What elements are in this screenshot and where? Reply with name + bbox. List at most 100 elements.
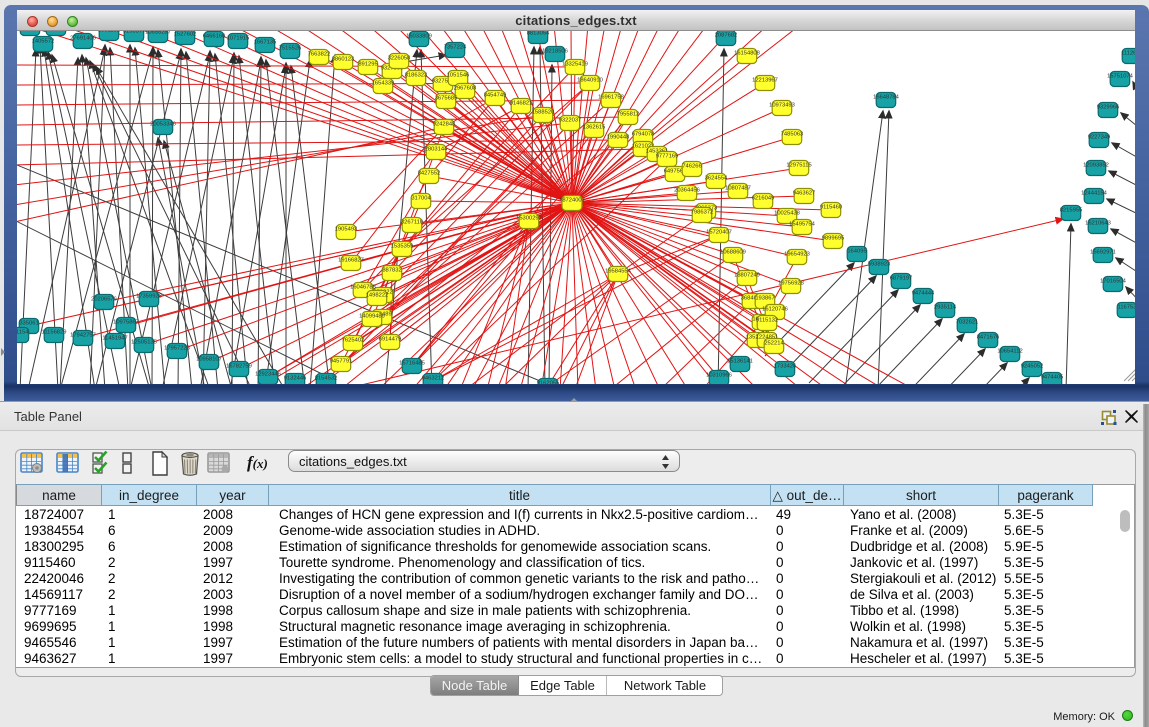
svg-text:1905493: 1905493 — [335, 227, 358, 233]
svg-text:1535359: 1535359 — [391, 244, 414, 250]
svg-text:1527602: 1527602 — [174, 32, 197, 38]
svg-text:9457791: 9457791 — [330, 359, 353, 365]
svg-text:887832: 887832 — [382, 268, 401, 274]
svg-text:17016504: 17016504 — [1100, 279, 1127, 285]
svg-text:17942757: 17942757 — [70, 333, 96, 339]
svg-text:746266: 746266 — [682, 164, 701, 170]
svg-text:1654339: 1654339 — [372, 81, 395, 87]
svg-text:15692971: 15692971 — [1090, 250, 1116, 256]
svg-text:11156829: 11156829 — [42, 330, 67, 336]
svg-text:9132446: 9132446 — [284, 376, 307, 382]
svg-text:27691406: 27691406 — [70, 36, 96, 42]
svg-text:12444154: 12444154 — [1081, 191, 1108, 197]
svg-text:2967608: 2967608 — [454, 86, 477, 92]
svg-text:20364456: 20364456 — [674, 188, 700, 194]
svg-text:1061152: 1061152 — [98, 31, 120, 34]
svg-text:1112633: 1112633 — [1121, 51, 1135, 57]
svg-text:1405572: 1405572 — [32, 39, 55, 45]
svg-text:7357224: 7357224 — [444, 45, 467, 51]
svg-text:10025438: 10025438 — [774, 211, 800, 217]
svg-text:891295: 891295 — [358, 62, 377, 68]
svg-text:164095: 164095 — [847, 249, 866, 255]
svg-text:15300293: 15300293 — [516, 216, 542, 222]
svg-text:9899695: 9899695 — [822, 236, 845, 242]
svg-text:2803144: 2803144 — [425, 147, 448, 153]
svg-text:8186323: 8186323 — [405, 73, 428, 79]
svg-text:1733426: 1733426 — [774, 364, 797, 370]
svg-text:16961758: 16961758 — [598, 95, 624, 101]
svg-text:8813054: 8813054 — [527, 31, 550, 37]
svg-text:6794078: 6794078 — [632, 132, 655, 138]
svg-text:7625402: 7625402 — [342, 338, 365, 344]
svg-text:9227349: 9227349 — [1088, 135, 1111, 141]
svg-text:9322037: 9322037 — [559, 118, 582, 124]
svg-text:116753: 116753 — [1118, 305, 1135, 311]
svg-text:9777169: 9777169 — [656, 154, 679, 160]
svg-text:9190377: 9190377 — [123, 31, 146, 35]
svg-text:9115132: 9115132 — [756, 318, 778, 324]
svg-text:8471676: 8471676 — [977, 335, 1000, 341]
svg-text:6466160: 6466160 — [203, 34, 226, 40]
svg-text:16210643: 16210643 — [1085, 221, 1111, 227]
svg-text:8154532: 8154532 — [315, 376, 338, 382]
svg-text:7032621: 7032621 — [956, 320, 979, 326]
svg-text:2935114: 2935114 — [934, 305, 957, 311]
svg-text:1071915: 1071915 — [227, 36, 250, 42]
svg-text:16033809: 16033809 — [406, 34, 432, 40]
svg-text:18724007: 18724007 — [559, 198, 585, 204]
svg-text:6879197: 6879197 — [890, 276, 913, 282]
svg-text:10655287: 10655287 — [145, 31, 171, 36]
svg-text:12923446: 12923446 — [255, 372, 281, 378]
svg-text:11451947: 11451947 — [102, 336, 127, 342]
svg-text:15716485: 15716485 — [399, 361, 425, 367]
svg-text:8427552: 8427552 — [418, 171, 441, 177]
svg-text:391154: 391154 — [17, 330, 29, 336]
svg-text:9463627: 9463627 — [793, 191, 816, 197]
svg-text:19584554: 19584554 — [605, 269, 632, 275]
svg-text:9162055: 9162055 — [537, 381, 560, 385]
svg-text:12093852: 12093852 — [1083, 163, 1109, 169]
svg-text:16154808: 16154808 — [734, 51, 760, 57]
svg-text:16120746: 16120746 — [762, 307, 788, 313]
svg-text:3267110: 3267110 — [401, 220, 423, 226]
svg-text:7515526: 7515526 — [279, 46, 302, 52]
svg-text:193867: 193867 — [755, 296, 774, 302]
svg-text:12975115: 12975115 — [786, 163, 811, 169]
svg-text:15495754: 15495754 — [789, 222, 816, 228]
svg-text:317004: 317004 — [411, 196, 431, 202]
svg-text:1498222: 1498222 — [366, 293, 389, 299]
svg-text:7663822: 7663822 — [308, 52, 331, 58]
svg-text:8454749: 8454749 — [484, 93, 507, 99]
svg-text:3226058: 3226058 — [388, 56, 411, 62]
svg-text:9329966: 9329966 — [1097, 105, 1120, 111]
svg-text:19654923: 19654923 — [784, 252, 810, 258]
svg-text:9463212: 9463212 — [422, 376, 445, 382]
svg-text:2087682: 2087682 — [715, 33, 738, 39]
svg-text:1667135: 1667135 — [254, 40, 277, 46]
svg-text:5938923: 5938923 — [868, 262, 891, 268]
svg-text:16648784: 16648784 — [873, 95, 900, 101]
svg-text:10958107: 10958107 — [196, 357, 222, 363]
svg-text:9242848: 9242848 — [433, 122, 456, 128]
svg-text:16782759: 16782759 — [226, 364, 252, 370]
svg-text:10973493: 10973493 — [769, 103, 795, 109]
svg-text:10975867: 10975867 — [113, 320, 139, 326]
svg-text:15136141: 15136141 — [727, 359, 753, 365]
svg-text:15751074: 15751074 — [1107, 74, 1134, 80]
svg-text:7485063: 7485063 — [781, 132, 804, 138]
svg-text:1362615: 1362615 — [583, 125, 606, 131]
svg-text:3675685: 3675685 — [435, 96, 458, 102]
svg-text:335061: 335061 — [19, 321, 38, 327]
svg-text:18807249: 18807249 — [734, 273, 760, 279]
svg-text:20053346: 20053346 — [150, 122, 176, 128]
svg-text:1051546: 1051546 — [447, 73, 470, 79]
svg-text:10688609: 10688609 — [720, 250, 746, 256]
svg-text:10654112: 10654112 — [997, 349, 1022, 355]
svg-text:17359928: 17359928 — [136, 294, 162, 300]
svg-text:10807487: 10807487 — [725, 186, 751, 192]
svg-text:12505135: 12505135 — [131, 340, 157, 346]
svg-text:14099489: 14099489 — [359, 314, 385, 320]
svg-text:6216049: 6216049 — [752, 196, 775, 202]
svg-text:10310966: 10310966 — [706, 373, 732, 379]
svg-text:19756928: 19756928 — [778, 281, 804, 287]
